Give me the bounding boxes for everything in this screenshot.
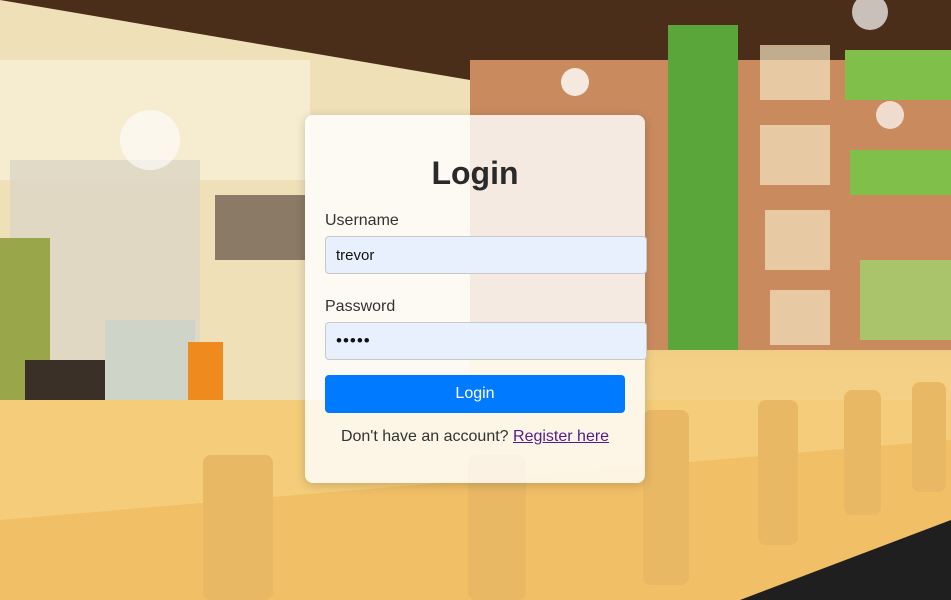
login-title: Login <box>431 155 519 191</box>
username-label: Username <box>325 212 399 229</box>
password-input[interactable] <box>325 322 647 360</box>
login-card: Login Username Password Login Don't have… <box>305 115 647 483</box>
register-prompt-row: Don't have an account? Register here <box>305 428 645 446</box>
password-label: Password <box>325 298 396 315</box>
register-prompt-text: Don't have an account? <box>340 428 509 445</box>
login-button[interactable]: Login <box>325 375 625 413</box>
register-link[interactable]: Register here <box>513 428 609 445</box>
username-input[interactable] <box>325 236 647 274</box>
